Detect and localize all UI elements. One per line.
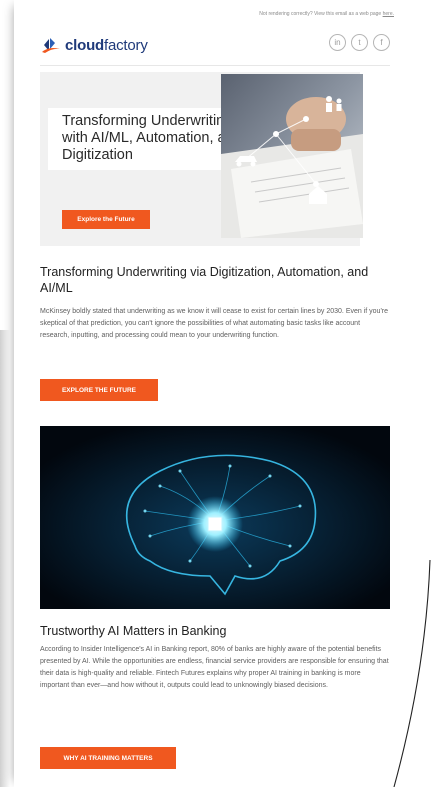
ai-brain-image — [40, 426, 390, 609]
social-links: in t f — [329, 34, 390, 51]
cloudfactory-logo-icon — [42, 38, 60, 53]
page-curl — [393, 560, 431, 787]
header-divider — [40, 65, 390, 66]
section1-body: McKinsey boldly stated that underwriting… — [40, 308, 389, 339]
hero-title-box: Transforming Underwriting with AI/ML, Au… — [48, 108, 242, 170]
page-shadow-left — [0, 330, 10, 787]
hero-banner: Transforming Underwriting with AI/ML, Au… — [40, 72, 363, 246]
cloudfactory-logo[interactable]: cloudfactory — [40, 36, 148, 54]
why-ai-training-button[interactable]: WHY AI TRAINING MATTERS — [40, 747, 176, 769]
web-version-link[interactable]: here. — [383, 11, 394, 17]
explore-future-button[interactable]: EXPLORE THE FUTURE — [40, 379, 158, 401]
email-header: cloudfactory in t f — [40, 30, 390, 62]
underwriting-photo — [221, 74, 363, 238]
web-version-text: Not rendering correctly? View this email… — [259, 11, 382, 17]
section2-heading: Trustworthy AI Matters in Banking — [40, 624, 227, 638]
section2-body: According to Insider Intelligence's AI i… — [40, 646, 389, 689]
hero-explore-button[interactable]: Explore the Future — [62, 210, 150, 229]
twitter-icon[interactable]: t — [351, 34, 368, 51]
facebook-icon[interactable]: f — [373, 34, 390, 51]
brand-name: cloudfactory — [65, 36, 148, 54]
hero-title: Transforming Underwriting with AI/ML, Au… — [62, 113, 242, 163]
linkedin-icon[interactable]: in — [329, 34, 346, 51]
web-version-notice: Not rendering correctly? View this email… — [259, 11, 394, 17]
section1-heading: Transforming Underwriting via Digitizati… — [40, 265, 369, 295]
